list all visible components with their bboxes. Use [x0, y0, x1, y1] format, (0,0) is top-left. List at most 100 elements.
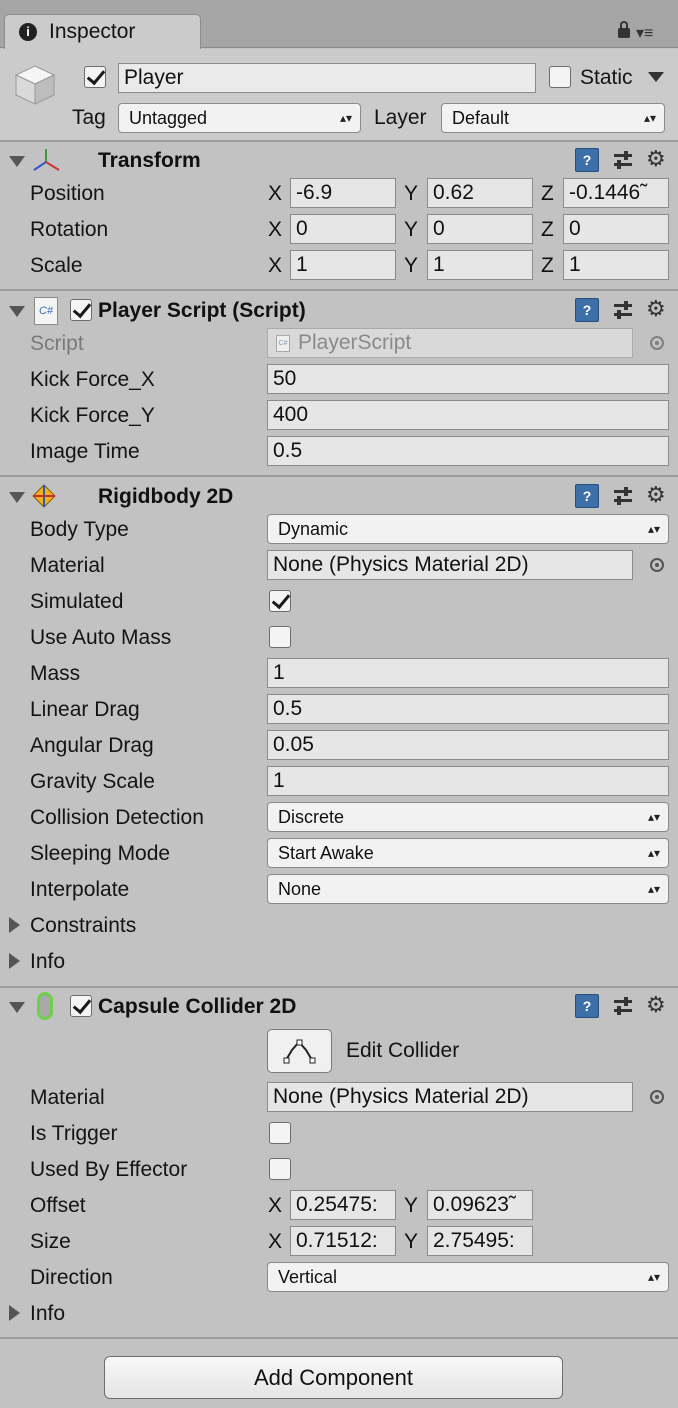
collision-detection-dropdown[interactable]: Discrete ▴▾ — [267, 802, 669, 832]
gear-icon[interactable]: ⚙ — [646, 297, 666, 321]
preset-sliders-icon[interactable] — [612, 299, 634, 321]
static-dropdown-icon[interactable] — [648, 72, 664, 82]
offset-y-input[interactable]: 0.09623̃ — [427, 1190, 533, 1220]
image-time-input[interactable]: 0.5 — [267, 436, 669, 466]
rigidbody-info-foldout-icon[interactable] — [9, 953, 20, 969]
static-label: Static — [580, 66, 633, 89]
gravity-scale-input[interactable]: 1 — [267, 766, 669, 796]
layer-label: Layer — [374, 106, 427, 129]
angular-drag-input[interactable]: 0.05 — [267, 730, 669, 760]
transform-foldout[interactable] — [9, 156, 25, 167]
tag-dropdown[interactable]: Untagged ▴▾ — [118, 103, 361, 133]
rotation-z-input[interactable]: 0 — [563, 214, 669, 244]
sleeping-mode-dropdown[interactable]: Start Awake ▴▾ — [267, 838, 669, 868]
active-checkbox[interactable] — [84, 66, 106, 88]
position-x-input[interactable]: -6.9 — [290, 178, 396, 208]
scale-z-input[interactable]: 1 — [563, 250, 669, 280]
add-component-label: Add Component — [254, 1365, 413, 1390]
capsule-collider-foldout[interactable] — [9, 1002, 25, 1013]
rigidbody-info-label[interactable]: Info — [30, 950, 65, 974]
help-book-icon[interactable]: ? — [575, 298, 599, 322]
preset-sliders-icon[interactable] — [612, 485, 634, 507]
gravity-scale-label: Gravity Scale — [30, 770, 155, 793]
kick-force-x-input[interactable]: 50 — [267, 364, 669, 394]
tab-menu-icon[interactable]: ▾≡ — [636, 26, 653, 42]
kick-force-y-input[interactable]: 400 — [267, 400, 669, 430]
kick-force-y-label: Kick Force_Y — [30, 404, 155, 427]
direction-dropdown[interactable]: Vertical ▴▾ — [267, 1262, 669, 1292]
help-book-icon[interactable]: ? — [575, 484, 599, 508]
object-picker-icon[interactable] — [650, 1090, 664, 1104]
object-name-input[interactable]: Player — [118, 63, 536, 93]
script-label: Script — [30, 332, 84, 355]
kick-force-x-label: Kick Force_X — [30, 368, 155, 391]
mass-input[interactable]: 1 — [267, 658, 669, 688]
player-script-foldout[interactable] — [9, 306, 25, 317]
dropdown-arrows-icon: ▴▾ — [647, 882, 660, 896]
preset-sliders-icon[interactable] — [612, 995, 634, 1017]
axis-x-label: X — [268, 1194, 283, 1217]
is-trigger-checkbox[interactable] — [269, 1122, 291, 1144]
linear-drag-input[interactable]: 0.5 — [267, 694, 669, 724]
interpolate-dropdown[interactable]: None ▴▾ — [267, 874, 669, 904]
gameobject-cube-icon — [12, 62, 58, 108]
rigidbody-material-field[interactable]: None (Physics Material 2D) — [267, 550, 633, 580]
offset-x-input[interactable]: 0.25475: — [290, 1190, 396, 1220]
capsule-info-foldout-icon[interactable] — [9, 1305, 20, 1321]
tab-inspector[interactable]: i Inspector — [4, 14, 201, 49]
use-auto-mass-checkbox[interactable] — [269, 626, 291, 648]
lock-icon-shackle — [620, 21, 628, 30]
rotation-x-input[interactable]: 0 — [290, 214, 396, 244]
position-y-input[interactable]: 0.62 — [427, 178, 533, 208]
edit-collider-icon — [283, 1039, 316, 1064]
rigidbody2d-icon — [30, 482, 58, 510]
layer-dropdown[interactable]: Default ▴▾ — [441, 103, 665, 133]
simulated-checkbox[interactable] — [269, 590, 291, 612]
size-x-input[interactable]: 0.71512: — [290, 1226, 396, 1256]
dropdown-arrows-icon: ▴▾ — [647, 846, 660, 860]
edit-collider-button[interactable] — [267, 1029, 332, 1073]
tag-value: Untagged — [129, 108, 208, 128]
gear-icon[interactable]: ⚙ — [646, 483, 666, 507]
rigidbody-foldout[interactable] — [9, 492, 25, 503]
constraints-foldout-icon[interactable] — [9, 917, 20, 933]
capsule-material-field[interactable]: None (Physics Material 2D) — [267, 1082, 633, 1112]
add-component-button[interactable]: Add Component — [104, 1356, 563, 1399]
use-auto-mass-label: Use Auto Mass — [30, 626, 172, 649]
linear-drag-label: Linear Drag — [30, 698, 140, 721]
sleeping-mode-label: Sleeping Mode — [30, 842, 171, 865]
body-type-dropdown[interactable]: Dynamic ▴▾ — [267, 514, 669, 544]
direction-label: Direction — [30, 1266, 113, 1289]
tab-title: Inspector — [49, 20, 136, 43]
static-checkbox[interactable] — [549, 66, 571, 88]
axis-x-label: X — [268, 218, 283, 241]
separator — [0, 289, 678, 291]
player-script-enabled-checkbox[interactable] — [70, 299, 92, 321]
scale-x-input[interactable]: 1 — [290, 250, 396, 280]
material-label: Material — [30, 554, 105, 577]
used-by-effector-checkbox[interactable] — [269, 1158, 291, 1180]
constraints-label[interactable]: Constraints — [30, 914, 136, 938]
size-y-input[interactable]: 2.75495: — [427, 1226, 533, 1256]
collision-detection-label: Collision Detection — [30, 806, 204, 829]
transform-icon — [30, 146, 62, 174]
capsule-info-label[interactable]: Info — [30, 1302, 65, 1326]
rotation-y-input[interactable]: 0 — [427, 214, 533, 244]
csharp-script-icon: C# — [276, 335, 290, 352]
object-picker-icon[interactable] — [650, 558, 664, 572]
gear-icon[interactable]: ⚙ — [646, 993, 666, 1017]
capsule-collider-enabled-checkbox[interactable] — [70, 995, 92, 1017]
preset-sliders-icon[interactable] — [612, 149, 634, 171]
help-book-icon[interactable]: ? — [575, 994, 599, 1018]
offset-label: Offset — [30, 1194, 86, 1217]
dropdown-arrows-icon: ▴▾ — [643, 111, 656, 125]
axis-y-label: Y — [404, 218, 419, 241]
help-book-icon[interactable]: ? — [575, 148, 599, 172]
scale-y-input[interactable]: 1 — [427, 250, 533, 280]
body-type-value: Dynamic — [278, 519, 349, 539]
dropdown-arrows-icon: ▴▾ — [339, 111, 352, 125]
sleeping-mode-value: Start Awake — [278, 843, 374, 863]
gear-icon[interactable]: ⚙ — [646, 147, 666, 171]
separator — [0, 986, 678, 988]
position-z-input[interactable]: -0.1446̃ — [563, 178, 669, 208]
